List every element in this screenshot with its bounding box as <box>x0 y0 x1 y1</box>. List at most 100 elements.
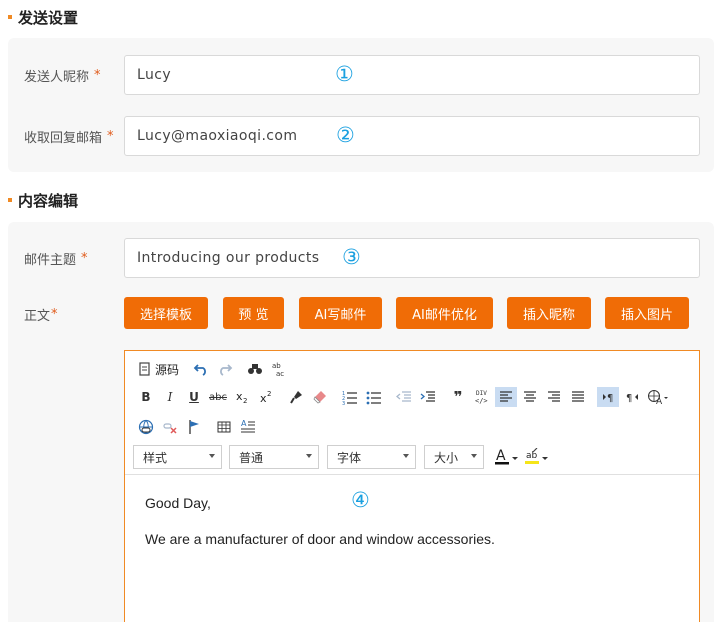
toolbar-row-3: A <box>135 417 261 437</box>
align-left-icon[interactable] <box>495 387 517 407</box>
format-painter-icon[interactable] <box>285 387 307 407</box>
redo-icon[interactable] <box>214 359 236 379</box>
align-right-icon[interactable] <box>543 387 565 407</box>
source-code-icon <box>139 362 150 376</box>
font-family-select[interactable]: 字体 <box>327 445 416 469</box>
code-block-icon[interactable]: DIV </> <box>471 387 493 407</box>
chevron-down-icon <box>403 454 409 458</box>
content-edit-panel: 邮件主题 * Introducing our products ③ 正文 * 选择模… <box>8 222 714 622</box>
find-icon[interactable] <box>244 359 266 379</box>
italic-icon[interactable]: I <box>159 387 181 407</box>
style-select[interactable]: 样式 <box>133 445 222 469</box>
source-code-label: 源码 <box>155 362 180 377</box>
font-size-select-value: 大小 <box>434 450 459 465</box>
align-center-icon[interactable] <box>519 387 541 407</box>
svg-text:DIV: DIV <box>476 390 487 397</box>
svg-text:ab: ab <box>272 362 281 370</box>
chevron-down-icon <box>471 454 477 458</box>
font-family-select-value: 字体 <box>337 450 362 465</box>
subject-value: Introducing our products <box>137 250 320 266</box>
required-mark: * <box>81 250 88 266</box>
required-mark: * <box>107 128 114 144</box>
format-select[interactable]: 普通 <box>229 445 319 469</box>
editor-content[interactable]: Good Day, We are a manufacturer of door … <box>145 495 495 547</box>
sender-name-input[interactable]: Lucy <box>124 55 700 95</box>
ltr-direction-icon[interactable]: ¶ <box>597 387 619 407</box>
ai-write-email-button[interactable]: AI写邮件 <box>299 297 382 329</box>
strikethrough-icon[interactable]: abc <box>207 387 229 407</box>
content-edit-header: 内容编辑 <box>8 190 78 210</box>
outdent-icon[interactable] <box>393 387 415 407</box>
indent-icon[interactable] <box>417 387 439 407</box>
section-bullet <box>8 198 12 202</box>
align-justify-icon[interactable] <box>567 387 589 407</box>
source-code-button[interactable]: 源码 <box>135 359 182 379</box>
sender-name-value: Lucy <box>137 67 172 83</box>
highlight-color-icon[interactable]: ab <box>523 447 551 467</box>
bold-icon[interactable]: B <box>135 387 157 407</box>
font-size-select[interactable]: 大小 <box>424 445 484 469</box>
superscript-icon[interactable]: x2 <box>255 387 277 407</box>
annotation-marker-1: ① <box>335 62 354 86</box>
reply-email-label: 收取回复邮箱 * <box>24 128 114 146</box>
spellcheck-icon[interactable]: ab ac <box>268 359 290 379</box>
reply-email-value: Lucy@maoxiaoqi.com <box>137 128 298 144</box>
content-line-2: We are a manufacturer of door and window… <box>145 531 495 547</box>
svg-text:ab: ab <box>526 451 538 461</box>
sender-name-label: 发送人昵称 * <box>24 67 101 85</box>
subject-input[interactable]: Introducing our products <box>124 238 700 278</box>
svg-text:ac: ac <box>276 370 284 377</box>
ai-optimize-email-button[interactable]: AI邮件优化 <box>396 297 493 329</box>
subscript-icon[interactable]: x2 <box>231 387 253 407</box>
svg-text:x: x <box>236 390 243 403</box>
underline-icon[interactable]: U <box>183 387 205 407</box>
send-settings-header: 发送设置 <box>8 7 78 27</box>
undo-icon[interactable] <box>190 359 212 379</box>
svg-text:A: A <box>656 397 663 405</box>
svg-text:A: A <box>241 419 247 428</box>
paragraph-format-icon[interactable]: A <box>237 417 259 437</box>
toolbar-row-1: 源码 ab ac <box>135 359 292 379</box>
blockquote-icon[interactable]: ❞ <box>447 387 469 407</box>
content-line-1: Good Day, <box>145 495 211 511</box>
language-icon[interactable]: A <box>645 387 671 407</box>
content-edit-title: 内容编辑 <box>18 191 79 210</box>
toolbar-row-2: B I U abc x2 x2 123 ❞ DIV </> ¶ ¶ A <box>135 387 673 407</box>
annotation-marker-2: ② <box>336 123 355 147</box>
chevron-down-icon <box>209 454 215 458</box>
insert-nickname-button[interactable]: 插入昵称 <box>507 297 591 329</box>
table-icon[interactable] <box>213 417 235 437</box>
required-mark: * <box>94 67 101 83</box>
rich-text-editor: 源码 ab ac B I U abc x2 x2 1 2 3 ❞ DIV </>… <box>124 350 700 622</box>
svg-text:2: 2 <box>243 397 247 404</box>
chevron-down-icon <box>306 454 312 458</box>
svg-text:</>: </> <box>475 397 488 405</box>
clear-format-icon[interactable] <box>309 387 331 407</box>
format-select-value: 普通 <box>239 450 264 465</box>
ordered-list-icon[interactable]: 123 <box>339 387 361 407</box>
select-template-button[interactable]: 选择模板 <box>124 297 208 329</box>
font-color-icon[interactable]: A <box>493 447 521 467</box>
unordered-list-icon[interactable] <box>363 387 385 407</box>
svg-text:2: 2 <box>267 390 271 398</box>
editor-toolbar: 源码 ab ac B I U abc x2 x2 1 2 3 ❞ DIV </>… <box>125 351 699 475</box>
svg-text:A: A <box>496 448 506 464</box>
annotation-marker-4: ④ <box>351 488 370 512</box>
reply-email-input[interactable]: Lucy@maoxiaoqi.com <box>124 116 700 156</box>
rtl-direction-icon[interactable]: ¶ <box>621 387 643 407</box>
svg-text:¶: ¶ <box>626 393 632 403</box>
style-select-value: 样式 <box>143 450 168 465</box>
body-label: 正文 * <box>24 306 58 324</box>
send-settings-title: 发送设置 <box>18 8 79 27</box>
preview-button[interactable]: 预 览 <box>223 297 284 329</box>
subject-label: 邮件主题 * <box>24 250 88 268</box>
svg-text:x: x <box>260 392 267 404</box>
unlink-icon[interactable] <box>159 417 181 437</box>
link-icon[interactable] <box>135 417 157 437</box>
anchor-flag-icon[interactable] <box>183 417 205 437</box>
annotation-marker-3: ③ <box>342 245 361 269</box>
section-bullet <box>8 15 12 19</box>
send-settings-panel: 发送人昵称 * Lucy ① 收取回复邮箱 * Lucy@maoxiaoqi.com… <box>8 38 714 172</box>
insert-image-button[interactable]: 插入图片 <box>605 297 689 329</box>
required-mark: * <box>51 306 58 322</box>
